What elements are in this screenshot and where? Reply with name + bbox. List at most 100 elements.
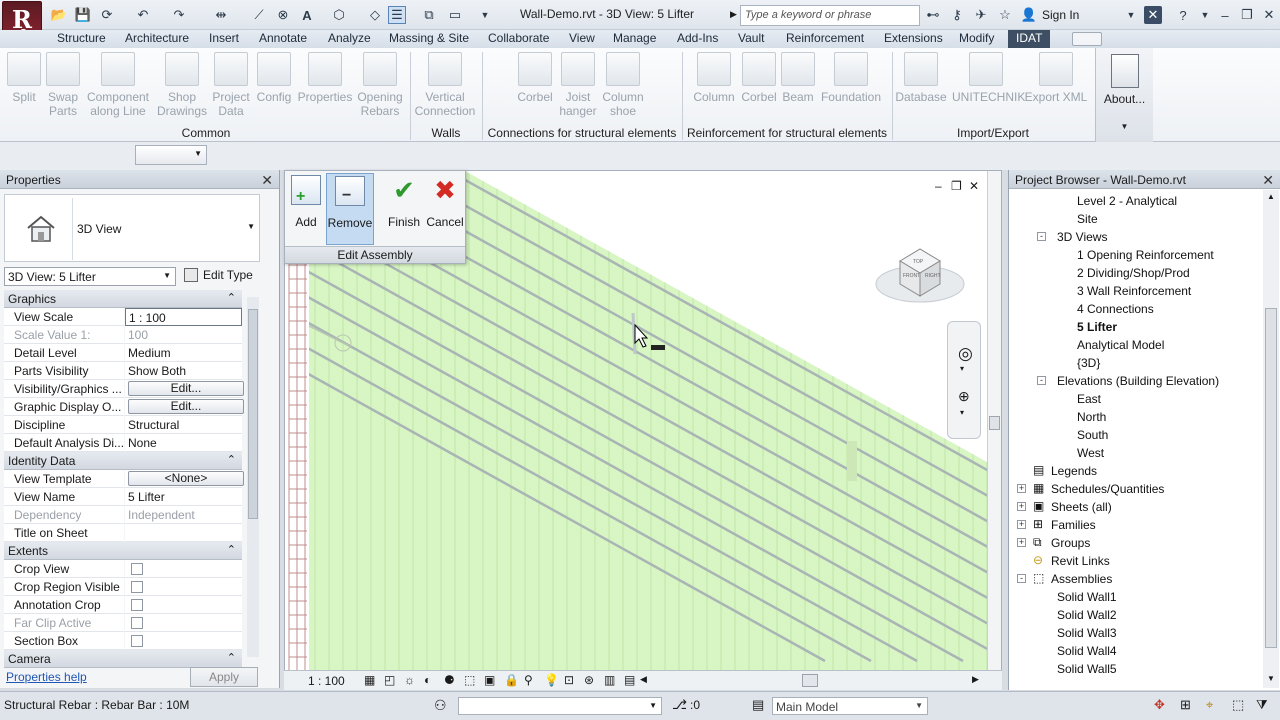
viewcube[interactable]: TOP FRONT RIGHT: [875, 241, 965, 311]
sync-icon[interactable]: ⟳: [98, 6, 116, 24]
view-minimize-icon[interactable]: –: [935, 179, 942, 193]
browser-node[interactable]: + ▣ Sheets (all): [1009, 498, 1261, 516]
lifter-grip[interactable]: [651, 345, 665, 350]
browser-node[interactable]: Level 2 - Analytical: [1009, 192, 1261, 210]
sign-in-dropdown-icon[interactable]: ▼: [1122, 6, 1140, 24]
browser-node[interactable]: Solid Wall3: [1009, 624, 1261, 642]
communication-icon[interactable]: ✈: [972, 6, 990, 24]
section-extents[interactable]: Extents ⌃: [4, 542, 242, 560]
filter-icon[interactable]: ⧩: [1256, 697, 1268, 713]
about-button[interactable]: About... ▼: [1095, 48, 1153, 142]
property-value[interactable]: 5 Lifter: [125, 488, 242, 506]
property-edit-button[interactable]: <None>: [128, 471, 244, 486]
thin-lines-icon[interactable]: ☰: [388, 6, 406, 24]
property-value[interactable]: 1 : 100: [125, 308, 242, 326]
workset-icon[interactable]: ⚇: [434, 697, 447, 714]
redo-icon[interactable]: ↷: [170, 6, 188, 24]
browser-node[interactable]: {3D}: [1009, 354, 1261, 372]
section-camera[interactable]: Camera ⌃: [4, 650, 242, 668]
binoculars-icon[interactable]: ⊷: [924, 6, 942, 24]
collapse-icon[interactable]: ⌃: [227, 651, 236, 664]
favorites-icon[interactable]: ☆: [996, 6, 1014, 24]
visual-style-icon[interactable]: ◰: [384, 673, 395, 687]
workset-dropdown[interactable]: ▼: [458, 697, 662, 715]
expand-icon[interactable]: +: [1017, 484, 1026, 493]
constraints-icon[interactable]: ▤: [624, 673, 635, 687]
property-checkbox[interactable]: [131, 563, 143, 575]
customize-qat-icon[interactable]: ▼: [476, 6, 494, 24]
cancel-button[interactable]: ✖ Cancel: [425, 173, 465, 243]
apply-button[interactable]: Apply: [190, 667, 258, 687]
browser-node[interactable]: South: [1009, 426, 1261, 444]
browser-node[interactable]: - ⬚ Assemblies: [1009, 570, 1261, 588]
scroll-down-icon[interactable]: ▼: [1267, 674, 1275, 683]
browser-node[interactable]: North: [1009, 408, 1261, 426]
property-checkbox[interactable]: [131, 617, 143, 629]
section-graphics[interactable]: Graphics ⌃: [4, 290, 242, 308]
collapse-icon[interactable]: ⌃: [227, 543, 236, 556]
browser-node[interactable]: Solid Wall1: [1009, 588, 1261, 606]
sign-in-link[interactable]: Sign In: [1042, 8, 1079, 22]
save-icon[interactable]: 💾: [74, 6, 92, 24]
close-window-icon[interactable]: ✕: [1260, 6, 1278, 24]
browser-node[interactable]: + ⊞ Families: [1009, 516, 1261, 534]
tab-massing-site[interactable]: Massing & Site: [389, 31, 469, 45]
collapse-icon[interactable]: ⌃: [227, 291, 236, 304]
browser-node[interactable]: - Elevations (Building Elevation): [1009, 372, 1261, 390]
3d-view-icon[interactable]: ⬡: [330, 6, 348, 24]
options-dropdown[interactable]: ▼: [135, 145, 207, 165]
open-icon[interactable]: 📂: [50, 6, 68, 24]
tab-extensions[interactable]: Extensions: [884, 31, 943, 45]
scrollbar-thumb[interactable]: [989, 416, 1000, 430]
select-links-icon[interactable]: ✥: [1154, 697, 1165, 713]
tag-icon[interactable]: ⊗: [274, 6, 292, 24]
expand-icon[interactable]: +: [1017, 520, 1026, 529]
tab-add-ins[interactable]: Add-Ins: [677, 31, 718, 45]
subscription-icon[interactable]: ⚷: [948, 6, 966, 24]
browser-node[interactable]: 5 Lifter: [1009, 318, 1261, 336]
temp-hide-icon[interactable]: ⚲: [524, 673, 533, 687]
expand-icon[interactable]: +: [1017, 538, 1026, 547]
design-option-dropdown[interactable]: Main Model ▼: [772, 697, 928, 715]
minimize-window-icon[interactable]: –: [1216, 6, 1234, 24]
ribbon-button-walls-0[interactable]: Vertical Connection: [411, 52, 479, 118]
scroll-up-icon[interactable]: ▲: [1267, 192, 1275, 201]
chevron-down-icon[interactable]: ▾: [960, 408, 964, 417]
measure-icon[interactable]: ⇹: [212, 6, 230, 24]
property-checkbox[interactable]: [131, 599, 143, 611]
restore-window-icon[interactable]: ❐: [1238, 6, 1256, 24]
close-icon[interactable]: ✕: [1262, 172, 1274, 189]
property-edit-button[interactable]: Edit...: [128, 381, 244, 396]
dimension-icon[interactable]: ⟋: [250, 6, 268, 24]
view-vertical-scrollbar[interactable]: [987, 171, 1001, 671]
property-value[interactable]: Structural: [125, 416, 242, 434]
remove-button[interactable]: − Remove: [326, 173, 374, 245]
shadows-icon[interactable]: ◐: [424, 673, 431, 687]
section-identity-data[interactable]: Identity Data ⌃: [4, 452, 242, 470]
browser-node[interactable]: Analytical Model: [1009, 336, 1261, 354]
design-options-icon[interactable]: ▤: [752, 697, 764, 713]
browser-node[interactable]: Site: [1009, 210, 1261, 228]
section-icon[interactable]: ◇: [366, 6, 384, 24]
tab-view[interactable]: View: [569, 31, 595, 45]
scroll-left-icon[interactable]: ◀: [640, 674, 647, 685]
ribbon-button-reinforcement-3[interactable]: Foundation: [817, 52, 885, 104]
property-checkbox[interactable]: [131, 581, 143, 593]
tab-modify[interactable]: Modify: [959, 31, 994, 45]
browser-node[interactable]: + ▦ Schedules/Quantities: [1009, 480, 1261, 498]
instance-selector[interactable]: 3D View: 5 Lifter ▼: [4, 267, 176, 286]
tab-idat[interactable]: IDAT: [1008, 30, 1051, 48]
ribbon-button-import_export-0[interactable]: Database: [887, 52, 955, 104]
render-icon[interactable]: ⚈: [444, 673, 455, 687]
property-edit-button[interactable]: Edit...: [128, 399, 244, 414]
undo-icon[interactable]: ↶: [134, 6, 152, 24]
tab-vault[interactable]: Vault: [738, 31, 764, 45]
close-icon[interactable]: ✕: [261, 172, 273, 189]
search-input[interactable]: Type a keyword or phrase: [740, 5, 920, 26]
select-by-face-icon[interactable]: ⬚: [1232, 697, 1244, 713]
browser-node[interactable]: 2 Dividing/Shop/Prod: [1009, 264, 1261, 282]
property-value[interactable]: Medium: [125, 344, 242, 362]
browser-node[interactable]: ⊖ Revit Links: [1009, 552, 1261, 570]
browser-node[interactable]: 1 Opening Reinforcement: [1009, 246, 1261, 264]
scrollbar-thumb[interactable]: [248, 309, 258, 519]
